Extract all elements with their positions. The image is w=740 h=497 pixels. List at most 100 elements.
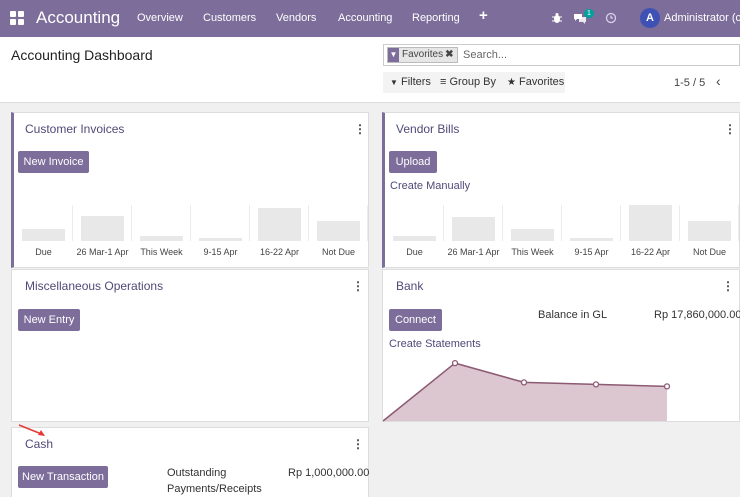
kebab-menu-icon[interactable]: ⋮	[724, 122, 736, 136]
filter-funnel-icon: ▼	[390, 78, 398, 87]
favorites-facet: ▼ Favorites ✖	[387, 47, 458, 63]
chart-bar[interactable]	[22, 229, 65, 241]
card-title[interactable]: Vendor Bills	[396, 122, 459, 136]
new-transaction-button[interactable]: New Transaction	[18, 466, 108, 488]
chart-bar[interactable]	[317, 221, 360, 241]
page-title: Accounting Dashboard	[11, 47, 153, 63]
balance-gl-value: Rp 17,860,000.00	[654, 309, 740, 321]
filters-button[interactable]: ▼ Filters	[390, 76, 431, 88]
balance-point	[451, 359, 459, 367]
balance-gl-label: Balance in GL	[538, 309, 608, 321]
card-title[interactable]: Customer Invoices	[25, 122, 124, 136]
menu-overview[interactable]: Overview	[137, 12, 183, 24]
chart-category-label: 16-22 Apr	[259, 247, 300, 257]
clock-icon[interactable]	[605, 12, 617, 24]
chart-category-label: This Week	[511, 247, 554, 257]
create-statements-link[interactable]: Create Statements	[389, 338, 481, 350]
chart-gridline	[308, 205, 309, 241]
chart-bar[interactable]	[570, 238, 613, 241]
chart-category-label: Due	[35, 247, 52, 257]
control-panel: Accounting Dashboard ▼Favorites✖ ▼ Filte…	[0, 37, 740, 103]
menu-vendors[interactable]: Vendors	[276, 12, 316, 24]
avatar[interactable]: A	[640, 8, 660, 28]
group-by-button[interactable]: ≡ Group By	[440, 76, 496, 88]
chart-bar[interactable]	[511, 229, 554, 241]
chart-category-label: 16-22 Apr	[630, 247, 671, 257]
chart-bar[interactable]	[258, 208, 301, 241]
user-name[interactable]: Administrator (cb	[664, 12, 740, 24]
chart-category-label: 9-15 Apr	[574, 247, 609, 257]
chart-category-label: 9-15 Apr	[203, 247, 238, 257]
chart-gridline	[738, 205, 739, 241]
card-title[interactable]: Miscellaneous Operations	[25, 279, 163, 293]
chevron-left-icon[interactable]: ‹	[716, 73, 721, 89]
chart-gridline	[561, 205, 562, 241]
chart-gridline	[443, 205, 444, 241]
kebab-menu-icon[interactable]: ⋮	[352, 279, 364, 293]
filter-icon: ▼	[388, 48, 399, 62]
top-navbar: Accounting Overview Customers Vendors Ac…	[0, 0, 740, 37]
menu-customers[interactable]: Customers	[203, 12, 256, 24]
connect-button[interactable]: Connect	[389, 309, 442, 331]
bank-card: Bank ⋮ Connect Balance in GL Rp 17,860,0…	[382, 269, 740, 422]
new-entry-button[interactable]: New Entry	[18, 309, 80, 331]
chart-category-label: 26 Mar-1 Apr	[76, 247, 129, 257]
customer-invoices-card: Customer Invoices ⋮ New Invoice Due 26 Ma…	[11, 112, 369, 268]
chart-bar[interactable]	[629, 205, 672, 241]
chart-gridline	[72, 205, 73, 241]
chart-category-label: This Week	[140, 247, 183, 257]
outstanding-label: Outstanding	[167, 467, 227, 479]
app-brand[interactable]: Accounting	[36, 8, 120, 28]
star-icon: ★	[507, 77, 516, 88]
payments-receipts-label: Payments/Receipts	[167, 483, 262, 495]
chart-bar[interactable]	[393, 236, 436, 241]
plus-icon[interactable]: +	[479, 7, 488, 24]
chart-gridline	[679, 205, 680, 241]
list-icon: ≡	[440, 76, 447, 88]
chart-gridline	[367, 205, 368, 241]
menu-reporting[interactable]: Reporting	[412, 12, 460, 24]
chart-gridline	[620, 205, 621, 241]
chart-gridline	[131, 205, 132, 241]
chart-bar[interactable]	[81, 216, 124, 241]
card-title[interactable]: Cash	[25, 437, 53, 451]
bank-line-graph[interactable]	[383, 356, 739, 422]
red-arrow-annotation	[18, 424, 45, 436]
kebab-menu-icon[interactable]: ⋮	[354, 122, 366, 136]
upload-button[interactable]: Upload	[389, 151, 437, 173]
misc-operations-card: Miscellaneous Operations ⋮ New Entry	[11, 269, 369, 422]
new-invoice-button[interactable]: New Invoice	[18, 151, 89, 173]
cash-card: Cash ⋮ New Transaction Outstanding Payme…	[11, 427, 369, 497]
kebab-menu-icon[interactable]: ⋮	[722, 279, 734, 293]
search-options: ▼ Filters ≡ Group By ★ Favorites	[383, 72, 565, 93]
apps-grid-icon[interactable]	[10, 11, 24, 25]
balance-point	[592, 381, 600, 388]
balance-point	[520, 379, 528, 386]
balance-area	[383, 363, 667, 421]
create-manually-link[interactable]: Create Manually	[390, 180, 470, 192]
chart-category-label: Not Due	[321, 247, 356, 257]
search-input[interactable]	[463, 48, 733, 62]
chart-bar[interactable]	[140, 236, 183, 241]
card-title[interactable]: Bank	[396, 279, 423, 293]
chart-gridline	[190, 205, 191, 241]
chart-bar[interactable]	[452, 217, 495, 241]
search-box: ▼ Favorites ✖	[383, 44, 740, 66]
chart-bar[interactable]	[199, 238, 242, 241]
outstanding-value: Rp 1,000,000.00	[288, 467, 370, 479]
vendor-bills-card: Vendor Bills ⋮ Upload Create Manually Du…	[382, 112, 740, 268]
chart-bar[interactable]	[688, 221, 731, 241]
chart-gridline	[249, 205, 250, 241]
chart-category-label: Due	[406, 247, 423, 257]
chart-gridline	[502, 205, 503, 241]
balance-point	[663, 383, 671, 390]
kebab-menu-icon[interactable]: ⋮	[352, 437, 364, 451]
chat-badge: 1	[584, 9, 594, 18]
chart-category-label: Not Due	[692, 247, 727, 257]
chart-category-label: 26 Mar-1 Apr	[447, 247, 500, 257]
menu-accounting[interactable]: Accounting	[338, 12, 392, 24]
favorites-button[interactable]: ★ Favorites	[507, 76, 564, 88]
bug-icon[interactable]	[551, 12, 563, 24]
pager-value[interactable]: 1-5 / 5	[674, 77, 705, 89]
facet-remove-icon[interactable]: ✖	[445, 49, 453, 60]
